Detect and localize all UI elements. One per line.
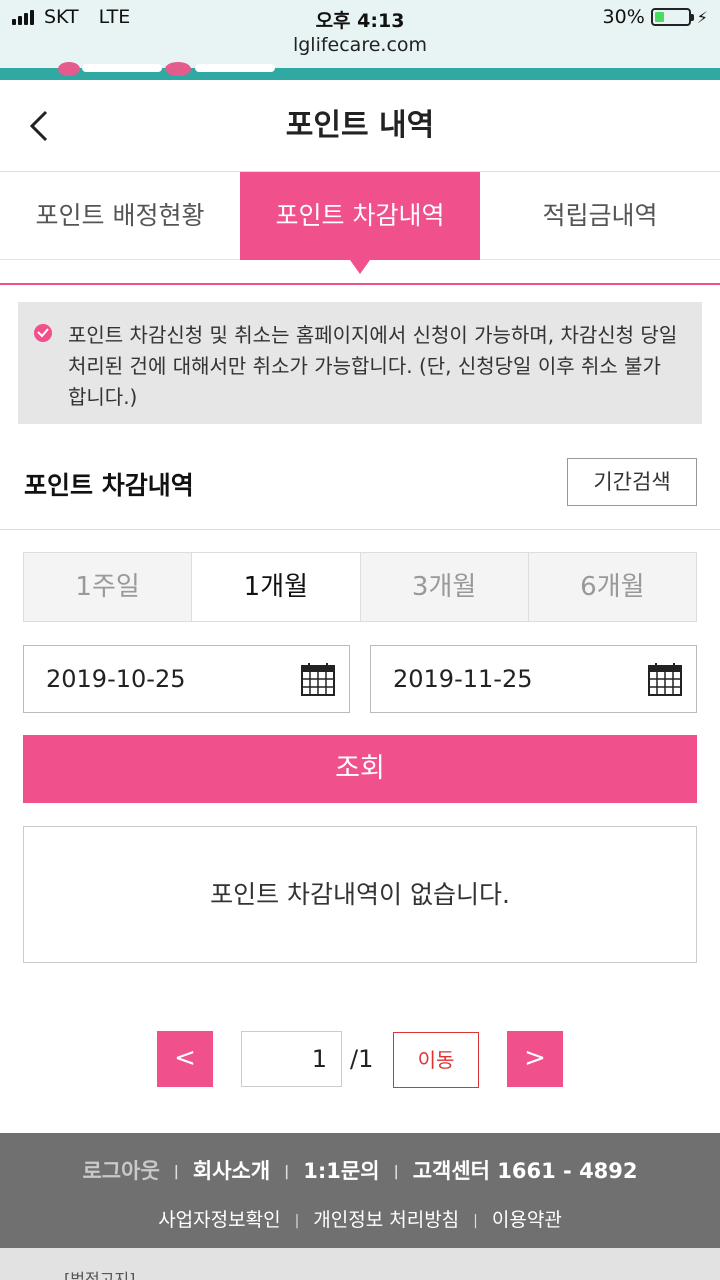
section-title: 포인트 차감내역 [24,471,194,500]
notice-text: 포인트 차감신청 및 취소는 홈페이지에서 신청이 가능하며, 차감신청 당일 … [68,323,678,409]
tab-reserve-history[interactable]: 적립금내역 [480,172,720,260]
tab-bar: 포인트 배정현황 포인트 차감내역 적립금내역 [0,172,720,274]
prev-page-button[interactable]: < [157,1031,213,1087]
period-search-button[interactable]: 기간검색 [567,458,697,506]
page-title: 포인트 내역 [285,108,435,143]
period-selector: 1주일 1개월 3개월 6개월 [23,552,697,622]
start-date-field[interactable]: 2019-10-25 [23,645,350,713]
notice-box: 포인트 차감신청 및 취소는 홈페이지에서 신청이 가능하며, 차감신청 당일 … [18,302,702,424]
calendar-icon[interactable] [301,662,335,696]
period-option-1week[interactable]: 1주일 [24,553,193,621]
next-page-button[interactable]: > [507,1031,563,1087]
charging-icon: ⚡ [696,7,708,27]
end-date-field[interactable]: 2019-11-25 [370,645,697,713]
banner-strip [0,62,720,80]
legal-notice-bar: [법적고지] [0,1248,720,1280]
tab-point-allocation[interactable]: 포인트 배정현황 [0,172,240,260]
search-button[interactable]: 조회 [23,735,697,803]
page-header: 포인트 내역 [0,80,720,172]
status-bar: SKT LTE 오후 4:13 30% ⚡ lglifecare.com [0,0,720,70]
end-date-value: 2019-11-25 [393,665,533,693]
start-date-value: 2019-10-25 [46,665,186,693]
battery-icon [650,8,694,26]
battery-percent: 30% [602,6,645,28]
total-pages: /1 [350,1045,374,1073]
tab-point-deduction[interactable]: 포인트 차감내역 [240,172,480,274]
legal-notice-label[interactable]: [법적고지] [64,1266,135,1280]
empty-result-message: 포인트 차감내역이 없습니다. [23,826,697,963]
go-page-button[interactable]: 이동 [393,1032,479,1088]
back-button[interactable] [22,106,62,146]
logout-link[interactable]: 로그아웃 [82,1159,159,1183]
page-number-input[interactable]: 1 [241,1031,342,1087]
page: SKT LTE 오후 4:13 30% ⚡ lglifecare.com 포인트… [0,0,720,1280]
period-option-6months[interactable]: 6개월 [528,553,696,621]
customer-center-link[interactable]: 고객센터 1661 - 4892 [413,1159,638,1183]
company-intro-link[interactable]: 회사소개 [193,1159,270,1183]
divider [0,529,720,530]
chevron-left-icon [29,110,48,142]
footer: 로그아웃 | 회사소개 | 1:1문의 | 고객센터 1661 - 4892 사업자정보확인… [0,1133,720,1248]
url-bar[interactable]: lglifecare.com [0,34,720,56]
privacy-policy-link[interactable]: 개인정보 처리방침 [313,1209,459,1231]
divider [0,283,720,285]
inquiry-link[interactable]: 1:1문의 [303,1159,379,1183]
terms-link[interactable]: 이용약관 [492,1209,562,1231]
period-option-1month[interactable]: 1개월 [192,553,361,621]
business-info-link[interactable]: 사업자정보확인 [158,1209,280,1231]
check-circle-icon [34,324,52,342]
period-option-3months[interactable]: 3개월 [360,553,529,621]
calendar-icon[interactable] [648,662,682,696]
